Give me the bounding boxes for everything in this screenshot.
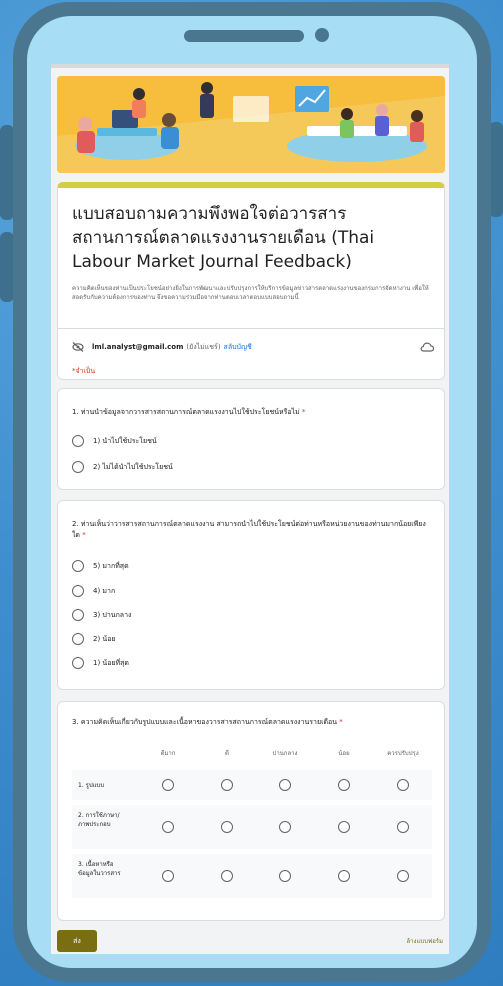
grid-row-label: 3. เนื้อหาหรือข้อมูลในวารสาร <box>78 861 121 877</box>
form-header-card: แบบสอบถามความพึงพอใจต่อวารสารสถานการณ์ตล… <box>57 182 445 380</box>
submit-button[interactable]: ส่ง <box>57 930 97 952</box>
option-label: 3) ปานกลาง <box>93 610 132 619</box>
eye-off-icon <box>72 342 84 352</box>
grid-radio-button[interactable] <box>338 870 350 882</box>
grid-radio-button[interactable] <box>162 779 174 791</box>
grid-radio-button[interactable] <box>162 821 174 833</box>
required-star: * <box>301 408 306 416</box>
grid-radio-button[interactable] <box>397 870 409 882</box>
radio-button[interactable] <box>72 585 84 597</box>
grid-radio-button[interactable] <box>221 779 233 791</box>
question-3-title: 3. ความคิดเห็นเกี่ยวกับรูปแบบและเนื้อหาข… <box>72 717 432 728</box>
grid-radio-button[interactable] <box>221 821 233 833</box>
radio-button[interactable] <box>72 633 84 645</box>
option-label: 2) น้อย <box>93 634 116 643</box>
option-label: 1) น้อยที่สุด <box>93 658 129 667</box>
phone-speaker <box>184 30 304 42</box>
form-title: แบบสอบถามความพึงพอใจต่อวารสารสถานการณ์ตล… <box>72 204 375 272</box>
q2-option-2[interactable]: 2) น้อย <box>72 633 116 645</box>
required-star: * <box>82 531 86 539</box>
radio-button[interactable] <box>72 560 84 572</box>
grid-row-label: 1. รูปแบบ <box>78 782 105 789</box>
radio-button[interactable] <box>72 435 84 447</box>
grid-radio-button[interactable] <box>279 779 291 791</box>
clear-form-link[interactable]: ล้างแบบฟอร์ม <box>407 936 444 946</box>
question-1-title: 1. ท่านนำข้อมูลจากวารสารสถานการณ์ตลาดแรง… <box>72 407 432 418</box>
form-screen: แบบสอบถามความพึงพอใจต่อวารสารสถานการณ์ตล… <box>51 64 449 954</box>
grid-column-header: ปานกลาง <box>272 750 298 757</box>
phone-side-button-left-upper <box>0 125 14 220</box>
radio-button[interactable] <box>72 461 84 473</box>
grid-radio-button[interactable] <box>279 821 291 833</box>
question-card-2: 2. ท่านเห็นว่าวารสารสถานการณ์ตลาดแรงงาน … <box>57 500 445 690</box>
grid-radio-button[interactable] <box>338 821 350 833</box>
question-2-title: 2. ท่านเห็นว่าวารสารสถานการณ์ตลาดแรงงาน … <box>72 519 432 541</box>
grid-row-2: 2. การใช้ภาษา/ภาพประกอบ <box>72 805 432 849</box>
grid-row-label: 2. การใช้ภาษา/ภาพประกอบ <box>78 812 120 828</box>
grid-radio-button[interactable] <box>279 870 291 882</box>
question-1-text: 1. ท่านนำข้อมูลจากวารสารสถานการณ์ตลาดแรง… <box>72 408 300 416</box>
grid-row-1: 1. รูปแบบ <box>72 770 432 800</box>
grid-column-header: น้อย <box>338 750 350 757</box>
grid-column-header: ดีมาก <box>160 750 176 757</box>
q2-option-1[interactable]: 1) น้อยที่สุด <box>72 657 129 669</box>
question-card-1: 1. ท่านนำข้อมูลจากวารสารสถานการณ์ตลาดแรง… <box>57 388 445 490</box>
option-label: 2) ไม่ได้นำไปใช้ประโยชน์ <box>93 462 173 471</box>
question-2-text: 2. ท่านเห็นว่าวารสารสถานการณ์ตลาดแรงงาน … <box>72 520 426 539</box>
q1-option-2[interactable]: 2) ไม่ได้นำไปใช้ประโยชน์ <box>72 461 173 473</box>
grid-row-3: 3. เนื้อหาหรือข้อมูลในวารสาร <box>72 854 432 898</box>
cloud-saved-icon <box>420 342 434 352</box>
option-label: 1) นำไปใช้ประโยชน์ <box>93 436 157 445</box>
header-banner-image <box>57 76 445 173</box>
screen-top-bar <box>51 64 449 68</box>
phone-side-button-left-lower <box>0 232 14 302</box>
form-description: ความคิดเห็นของท่านเป็นประโยชน์อย่างยิ่งใ… <box>72 285 429 301</box>
grid-radio-button[interactable] <box>397 779 409 791</box>
q2-option-5[interactable]: 5) มากที่สุด <box>72 560 129 572</box>
radio-button[interactable] <box>72 609 84 621</box>
office-illustration <box>57 76 445 173</box>
grid-column-headers: ดีมาก ดี ปานกลาง น้อย ควรปรับปรุง <box>72 748 432 762</box>
account-share-status: (ยังไม่แชร์) <box>186 342 221 351</box>
required-star: * <box>339 718 343 726</box>
grid-radio-button[interactable] <box>397 821 409 833</box>
q2-option-3[interactable]: 3) ปานกลาง <box>72 609 131 621</box>
question-3-text: 3. ความคิดเห็นเกี่ยวกับรูปแบบและเนื้อหาข… <box>72 718 338 726</box>
grid-column-header: ดี <box>225 750 229 757</box>
phone-side-button-right <box>489 122 503 217</box>
grid-column-header: ควรปรับปรุง <box>387 750 419 757</box>
header-divider <box>58 328 444 329</box>
option-label: 5) มากที่สุด <box>93 561 129 570</box>
q2-option-4[interactable]: 4) มาก <box>72 585 115 597</box>
account-row: lml.analyst@gmail.com (ยังไม่แชร์) สลับบ… <box>72 340 434 354</box>
required-note: *จำเป็น <box>72 367 96 375</box>
radio-button[interactable] <box>72 657 84 669</box>
question-card-3: 3. ความคิดเห็นเกี่ยวกับรูปแบบและเนื้อหาข… <box>57 701 445 921</box>
option-label: 4) มาก <box>93 586 116 595</box>
phone-camera <box>315 28 329 42</box>
grid-radio-button[interactable] <box>162 870 174 882</box>
q1-option-1[interactable]: 1) นำไปใช้ประโยชน์ <box>72 435 157 447</box>
grid-radio-button[interactable] <box>221 870 233 882</box>
account-email: lml.analyst@gmail.com <box>92 343 184 351</box>
grid-radio-button[interactable] <box>338 779 350 791</box>
switch-account-link[interactable]: สลับบัญชี <box>224 342 252 353</box>
